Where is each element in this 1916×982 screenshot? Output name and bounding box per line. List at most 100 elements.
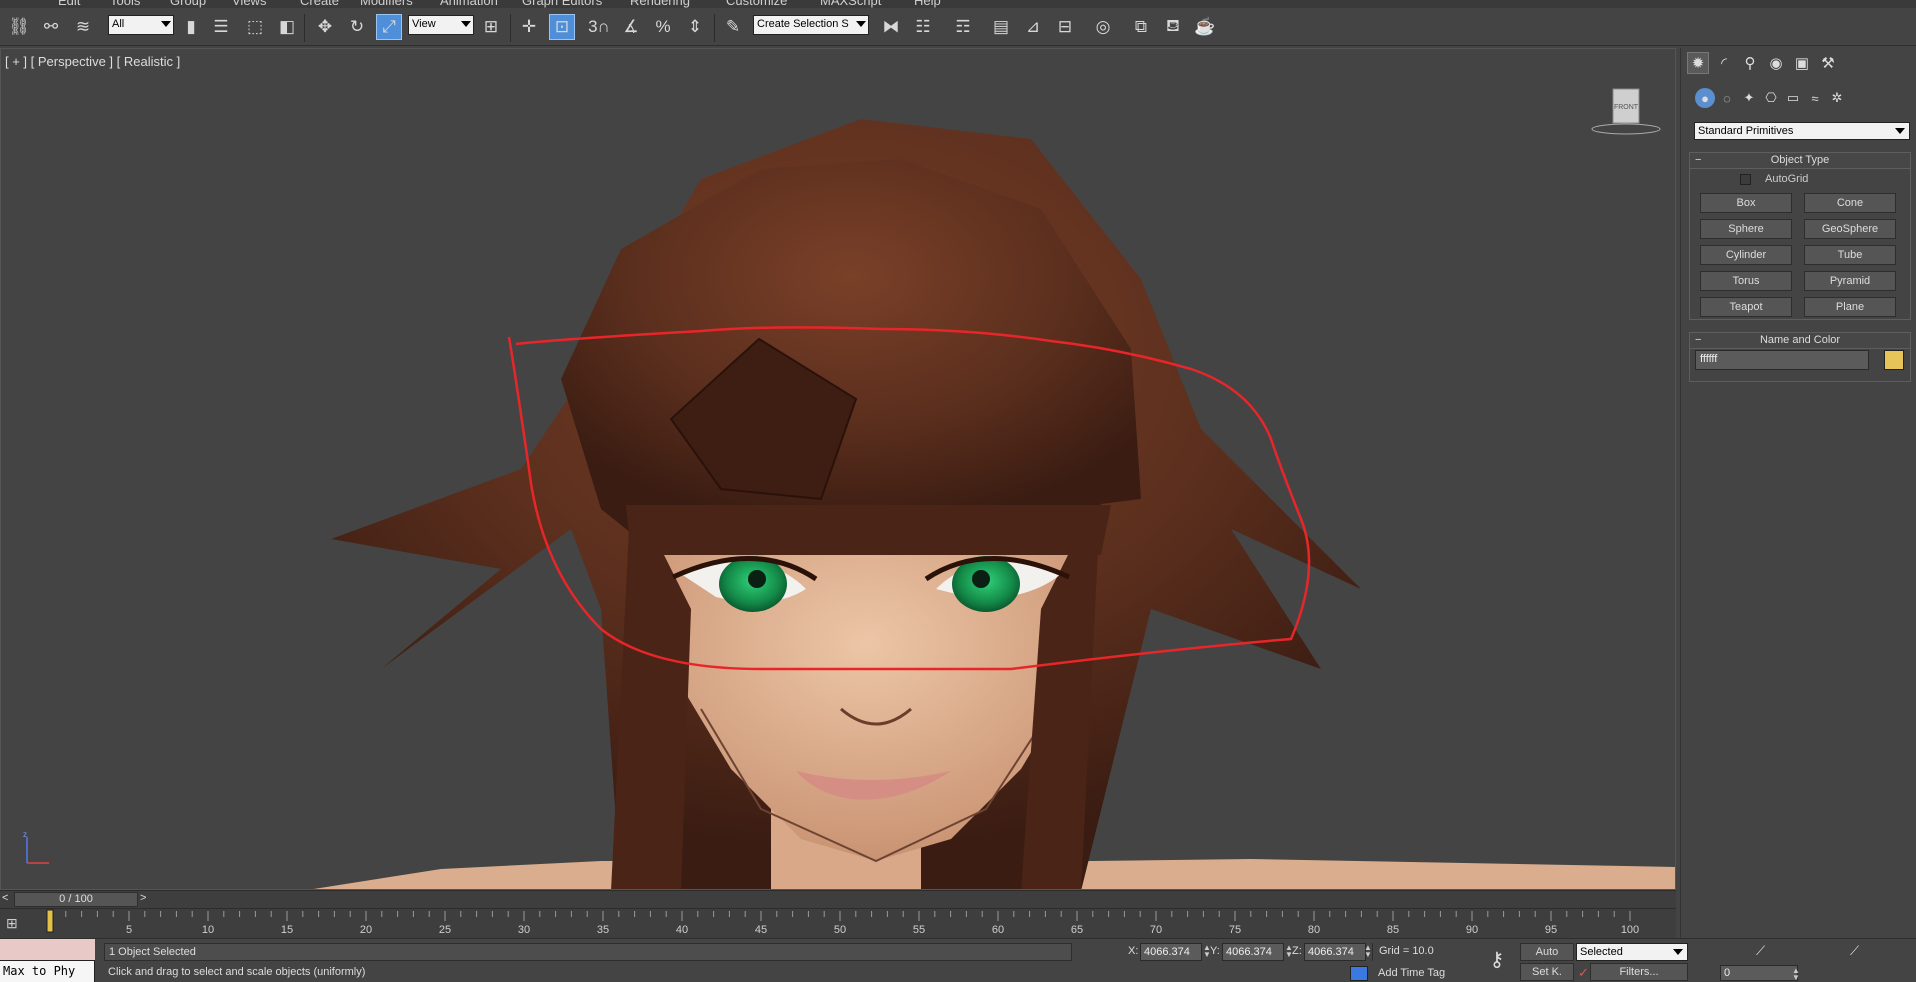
viewcube[interactable]: FRONT bbox=[1591, 87, 1661, 137]
autogrid-checkbox[interactable] bbox=[1740, 173, 1751, 185]
autogrid-option[interactable]: AutoGrid bbox=[1740, 173, 1808, 185]
menu-group[interactable]: Group bbox=[170, 0, 206, 8]
time-slider[interactable]: < 0 / 100 > bbox=[0, 890, 1676, 908]
teapot-button[interactable]: Teapot bbox=[1700, 297, 1792, 317]
material-editor-icon[interactable]: ◎ bbox=[1090, 14, 1116, 40]
auto-key-button[interactable]: Auto bbox=[1520, 943, 1574, 961]
set-key-button[interactable]: Set K. bbox=[1520, 963, 1574, 981]
key-filters-button[interactable]: Filters... bbox=[1590, 963, 1688, 981]
menu-graph-editors[interactable]: Graph Editors bbox=[522, 0, 602, 8]
pivot-center-icon[interactable]: ⊞ bbox=[478, 14, 504, 40]
go-to-start-icon[interactable]: ⟋ bbox=[1756, 943, 1765, 959]
menu-animation[interactable]: Animation bbox=[440, 0, 498, 8]
select-manipulate-icon[interactable]: ✛ bbox=[516, 14, 542, 40]
add-time-tag[interactable]: Add Time Tag bbox=[1372, 965, 1451, 981]
prev-frame-button[interactable]: < bbox=[2, 892, 14, 906]
pyramid-button[interactable]: Pyramid bbox=[1804, 271, 1896, 291]
window-crossing-icon[interactable]: ◧ bbox=[274, 14, 300, 40]
lights-icon[interactable]: ✦ bbox=[1739, 88, 1759, 108]
menu-edit[interactable]: Edit bbox=[58, 0, 80, 8]
rectangular-selection-icon[interactable]: ⬚ bbox=[242, 14, 268, 40]
modify-tab-icon[interactable]: ◜ bbox=[1713, 52, 1735, 74]
menu-create[interactable]: Create bbox=[300, 0, 339, 8]
curve-editor-icon[interactable]: ⊿ bbox=[1020, 14, 1046, 40]
systems-icon[interactable]: ✲ bbox=[1827, 88, 1847, 108]
layer-manager-icon[interactable]: ☶ bbox=[950, 14, 976, 40]
select-and-link-icon[interactable]: ⛓ bbox=[6, 14, 32, 40]
render-production-icon[interactable]: ☕ bbox=[1192, 14, 1218, 40]
create-tab-icon[interactable]: ✹ bbox=[1687, 52, 1709, 74]
tube-button[interactable]: Tube bbox=[1804, 245, 1896, 265]
geosphere-button[interactable]: GeoSphere bbox=[1804, 219, 1896, 239]
maxscript-output[interactable] bbox=[0, 939, 95, 961]
hierarchy-tab-icon[interactable]: ⚲ bbox=[1739, 52, 1761, 74]
cylinder-button[interactable]: Cylinder bbox=[1700, 245, 1792, 265]
display-tab-icon[interactable]: ▣ bbox=[1791, 52, 1813, 74]
z-spinner-icon[interactable]: ▲ ▼ bbox=[1364, 944, 1372, 960]
maxscript-listener[interactable]: Max to Phy bbox=[0, 939, 95, 982]
box-button[interactable]: Box bbox=[1700, 193, 1792, 213]
unlink-icon[interactable]: ⚯ bbox=[38, 14, 64, 40]
bind-space-warp-icon[interactable]: ≋ bbox=[70, 14, 96, 40]
torus-button[interactable]: Torus bbox=[1700, 271, 1792, 291]
z-coordinate-field[interactable]: 4066.374 bbox=[1304, 943, 1366, 961]
menu-modifiers[interactable]: Modifiers bbox=[360, 0, 413, 8]
object-name-input[interactable]: ffffff bbox=[1695, 350, 1869, 370]
key-icon[interactable]: ⚷ bbox=[1482, 947, 1512, 973]
maxscript-input[interactable]: Max to Phy bbox=[3, 964, 75, 978]
time-config-icon[interactable]: ⟋ bbox=[1850, 943, 1859, 959]
cameras-icon[interactable]: ⎔ bbox=[1761, 88, 1781, 108]
select-by-name-icon[interactable]: ☰ bbox=[208, 14, 234, 40]
time-tag-icon[interactable] bbox=[1350, 966, 1368, 981]
space-warps-icon[interactable]: ≈ bbox=[1805, 88, 1825, 108]
mirror-icon[interactable]: ⧓ bbox=[878, 14, 904, 40]
y-coordinate-field[interactable]: 4066.374 bbox=[1222, 943, 1284, 961]
percent-snap-icon[interactable]: % bbox=[650, 14, 676, 40]
current-frame-marker[interactable] bbox=[46, 909, 54, 933]
menu-maxscript[interactable]: MAXScript bbox=[820, 0, 881, 8]
graphite-tools-icon[interactable]: ▤ bbox=[988, 14, 1014, 40]
menu-rendering[interactable]: Rendering bbox=[630, 0, 690, 8]
selection-filter-dropdown[interactable]: All bbox=[108, 15, 174, 35]
cone-button[interactable]: Cone bbox=[1804, 193, 1896, 213]
object-type-header[interactable]: − Object Type bbox=[1690, 153, 1910, 169]
key-filter-dropdown[interactable]: Selected bbox=[1576, 943, 1688, 961]
move-icon[interactable]: ✥ bbox=[312, 14, 338, 40]
rotate-icon[interactable]: ↻ bbox=[344, 14, 370, 40]
align-icon[interactable]: ☷ bbox=[910, 14, 936, 40]
reference-coordinate-dropdown[interactable]: View bbox=[408, 15, 474, 35]
motion-tab-icon[interactable]: ◉ bbox=[1765, 52, 1787, 74]
object-color-swatch[interactable] bbox=[1884, 350, 1904, 370]
helpers-icon[interactable]: ▭ bbox=[1783, 88, 1803, 108]
viewport-label[interactable]: [ + ] [ Perspective ] [ Realistic ] bbox=[5, 54, 180, 69]
menu-tools[interactable]: Tools bbox=[110, 0, 140, 8]
frame-spinner-icon[interactable]: ▲ ▼ bbox=[1792, 967, 1800, 982]
spinner-snap-icon[interactable]: ⇕ bbox=[682, 14, 708, 40]
shapes-icon[interactable]: ◌ bbox=[1717, 88, 1737, 108]
perspective-viewport[interactable]: [ + ] [ Perspective ] [ Realistic ] FRON… bbox=[0, 48, 1676, 890]
next-frame-button[interactable]: > bbox=[140, 892, 152, 906]
menu-help[interactable]: Help bbox=[914, 0, 941, 8]
plane-button[interactable]: Plane bbox=[1804, 297, 1896, 317]
select-object-icon[interactable]: ▮ bbox=[178, 14, 204, 40]
menu-views[interactable]: Views bbox=[232, 0, 266, 8]
utilities-tab-icon[interactable]: ⚒ bbox=[1817, 52, 1839, 74]
angle-snap-icon[interactable]: ∡ bbox=[618, 14, 644, 40]
edit-named-selection-icon[interactable]: ✎ bbox=[720, 14, 746, 40]
schematic-view-icon[interactable]: ⊟ bbox=[1052, 14, 1078, 40]
menu-customize[interactable]: Customize bbox=[726, 0, 787, 8]
render-setup-icon[interactable]: ⧉ bbox=[1128, 14, 1154, 40]
category-dropdown[interactable]: Standard Primitives bbox=[1694, 122, 1910, 140]
rendered-frame-window-icon[interactable]: ⛾ bbox=[1160, 14, 1186, 40]
time-slider-thumb[interactable]: 0 / 100 bbox=[14, 892, 138, 907]
key-mode-icon[interactable]: ✓ bbox=[1578, 965, 1589, 981]
track-bar[interactable]: ⊞ 5 10 15 20 25 30 35 40 45 50 55 60 65 70 75 80 85 90 95 1… bbox=[0, 908, 1676, 938]
keyboard-shortcut-override-icon[interactable]: ⊡ bbox=[549, 14, 575, 40]
named-selection-dropdown[interactable]: Create Selection S bbox=[753, 15, 869, 35]
scale-icon[interactable]: ⤢ bbox=[376, 14, 402, 40]
name-and-color-header[interactable]: − Name and Color bbox=[1690, 333, 1910, 349]
current-frame-field[interactable]: 0 bbox=[1720, 965, 1798, 981]
sphere-button[interactable]: Sphere bbox=[1700, 219, 1792, 239]
snaps-toggle-icon[interactable]: 3 ∩ bbox=[586, 14, 612, 40]
geometry-icon[interactable]: ● bbox=[1695, 88, 1715, 108]
